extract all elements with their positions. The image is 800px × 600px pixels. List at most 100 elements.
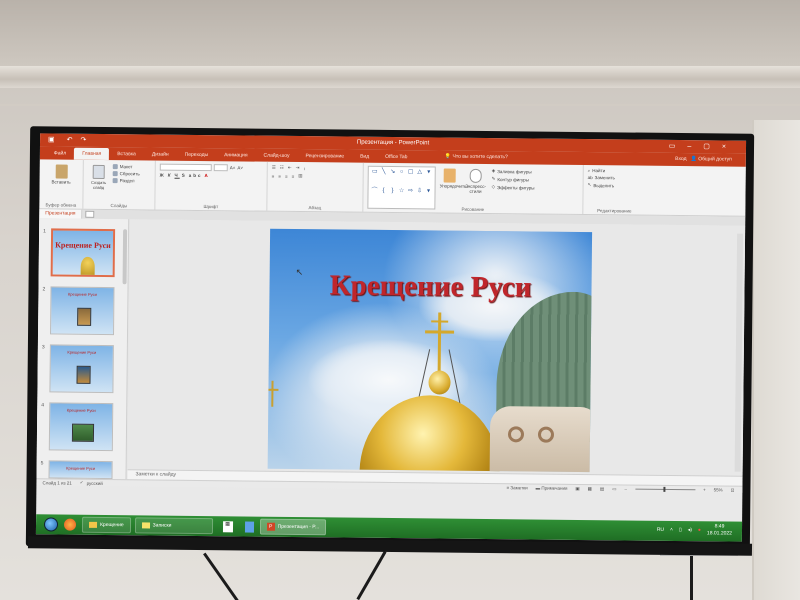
- new-slide-icon[interactable]: [92, 164, 105, 179]
- tab-file[interactable]: Файл: [46, 147, 74, 159]
- calendar-icon[interactable]: ▦: [222, 520, 233, 532]
- zoom-level[interactable]: 55%: [714, 487, 723, 492]
- slide-thumbnail-1[interactable]: Крещение Руси: [50, 228, 116, 278]
- slide-thumbnail-4[interactable]: Крещение Руси: [48, 402, 114, 452]
- antivirus-icon[interactable]: ●: [698, 527, 701, 533]
- tray-chevron-icon[interactable]: ˄: [670, 527, 673, 533]
- curve-shape-icon[interactable]: ⌒: [370, 188, 378, 206]
- minimize-icon[interactable]: –: [687, 143, 703, 150]
- brace-shape-icon[interactable]: }: [388, 188, 396, 206]
- justify-icon[interactable]: ≡: [292, 173, 297, 178]
- ribbon-options-icon[interactable]: ▭: [669, 143, 688, 150]
- tab-view[interactable]: Вид: [352, 151, 377, 163]
- fit-slide-icon[interactable]: ⊡: [731, 487, 735, 493]
- new-tab-icon[interactable]: [85, 210, 95, 218]
- shapes-gallery[interactable]: ▭ ╲ ↘ ○ ▢ △ ▾ ⌒{} ☆ ⇨ ⇩ ▾: [367, 165, 436, 210]
- language-indicator[interactable]: RU: [657, 527, 664, 533]
- tab-design[interactable]: Дизайн: [144, 148, 177, 160]
- arrange-icon[interactable]: [443, 168, 456, 183]
- window-controls[interactable]: ▭–▢×: [669, 142, 738, 151]
- align-right-icon[interactable]: ≡: [285, 173, 290, 178]
- slide-thumbnail-3[interactable]: Крещение Руси: [49, 344, 114, 394]
- tab-animations[interactable]: Анимация: [216, 149, 256, 161]
- oval-shape-icon[interactable]: ○: [398, 169, 406, 187]
- spellcheck-icon[interactable]: ✓: [80, 480, 84, 486]
- arrange-button[interactable]: Упорядочить: [440, 184, 467, 189]
- sorter-view-icon[interactable]: ▦: [588, 486, 592, 492]
- slide-thumbnail-2[interactable]: Крещение Руси: [50, 286, 115, 336]
- find-button[interactable]: ⌕ Найти: [588, 168, 642, 174]
- tab-insert[interactable]: Вставка: [109, 148, 144, 160]
- brace-shape-icon[interactable]: {: [379, 188, 387, 206]
- rectangle-shape-icon[interactable]: ▭: [371, 169, 379, 187]
- indent-icon[interactable]: ⇤: [288, 165, 294, 171]
- language-indicator[interactable]: русский: [87, 480, 103, 485]
- share-button[interactable]: Общий доступ: [698, 156, 732, 162]
- font-size-field[interactable]: [213, 164, 228, 172]
- current-slide[interactable]: Крещение Руси ↖: [267, 228, 593, 473]
- document-tab[interactable]: Презентация: [39, 209, 83, 219]
- replace-button[interactable]: ab Заменить: [588, 175, 642, 181]
- grow-font-icon[interactable]: A˄: [230, 165, 236, 170]
- zoom-slider[interactable]: [634, 486, 695, 492]
- sign-in-link[interactable]: Вход: [675, 156, 686, 162]
- arrow-right-shape-icon[interactable]: ⇨: [406, 188, 414, 206]
- strike-icon[interactable]: abc: [189, 173, 203, 178]
- maximize-icon[interactable]: ▢: [703, 143, 722, 150]
- paste-icon[interactable]: [55, 164, 68, 179]
- slide-title[interactable]: Крещение Руси: [269, 269, 591, 305]
- calculator-icon[interactable]: [244, 520, 254, 533]
- thumbnail-scrollbar[interactable]: [122, 229, 128, 285]
- paste-button[interactable]: Вставить: [44, 179, 79, 184]
- slideshow-view-icon[interactable]: ▭: [612, 486, 616, 492]
- slide-thumbnail-5[interactable]: Крещение Руси: [48, 460, 113, 480]
- font-color-icon[interactable]: A: [204, 173, 209, 178]
- font-name-field[interactable]: [159, 163, 212, 172]
- close-icon[interactable]: ×: [722, 143, 738, 150]
- triangle-shape-icon[interactable]: △: [416, 169, 424, 187]
- layout-button[interactable]: Макет: [112, 164, 140, 169]
- columns-icon[interactable]: ▥: [298, 173, 304, 179]
- shape-outline-button[interactable]: ✎ Контур фигуры: [492, 176, 535, 182]
- outdent-icon[interactable]: ⇥: [296, 165, 302, 171]
- taskbar-app-powerpoint[interactable]: P Презентация - P...: [259, 518, 327, 536]
- zoom-in-icon[interactable]: +: [703, 487, 706, 492]
- zoom-thumb[interactable]: [662, 486, 666, 492]
- shrink-font-icon[interactable]: A˅: [237, 165, 243, 170]
- editor-scrollbar[interactable]: [734, 233, 744, 472]
- tab-office-tab[interactable]: Office Tab: [377, 151, 415, 163]
- clock[interactable]: 8:49 18.01.2022: [707, 523, 732, 537]
- taskbar-app-notes[interactable]: Записки: [134, 517, 213, 535]
- numbering-icon[interactable]: ☷: [280, 165, 286, 171]
- underline-icon[interactable]: Ч: [175, 173, 180, 178]
- arrow-down-shape-icon[interactable]: ⇩: [415, 188, 423, 206]
- select-button[interactable]: ↖ Выделить: [588, 182, 642, 189]
- reset-button[interactable]: Сбросить: [112, 171, 140, 176]
- network-icon[interactable]: ▯: [679, 527, 682, 533]
- arrow-shape-icon[interactable]: ↘: [389, 169, 397, 187]
- normal-view-icon[interactable]: ▣: [575, 485, 579, 491]
- zoom-out-icon[interactable]: –: [624, 486, 627, 491]
- star-shape-icon[interactable]: ☆: [397, 188, 405, 206]
- taskbar-app-explorer[interactable]: Крещение: [81, 516, 131, 534]
- quick-styles-icon[interactable]: [469, 168, 482, 183]
- new-slide-button[interactable]: Создать слайд: [88, 180, 110, 190]
- tab-home[interactable]: Главная: [74, 147, 110, 161]
- comments-toggle[interactable]: ▬ Примечания: [536, 486, 568, 491]
- line-spacing-icon[interactable]: ↕: [303, 166, 307, 171]
- align-center-icon[interactable]: ≡: [278, 173, 283, 178]
- more-shapes-icon[interactable]: ▾: [424, 188, 432, 206]
- tell-me-search[interactable]: 💡 Что вы хотите сделать?: [445, 154, 508, 161]
- tab-review[interactable]: Рецензирование: [297, 150, 352, 163]
- rounded-rect-shape-icon[interactable]: ▢: [407, 169, 415, 187]
- bullets-icon[interactable]: ☰: [272, 165, 278, 171]
- line-shape-icon[interactable]: ╲: [380, 169, 388, 187]
- reading-view-icon[interactable]: ▤: [600, 486, 604, 492]
- shape-fill-button[interactable]: ◈ Заливка фигуры: [492, 168, 535, 174]
- tab-slideshow[interactable]: Слайд-шоу: [256, 150, 298, 162]
- shape-effects-button[interactable]: ◇ Эффекты фигуры: [492, 184, 535, 190]
- tab-transitions[interactable]: Переходы: [177, 149, 217, 161]
- shadow-icon[interactable]: S: [182, 173, 187, 178]
- italic-icon[interactable]: К: [168, 173, 173, 178]
- quick-styles-button[interactable]: Экспресс-стили: [464, 184, 488, 194]
